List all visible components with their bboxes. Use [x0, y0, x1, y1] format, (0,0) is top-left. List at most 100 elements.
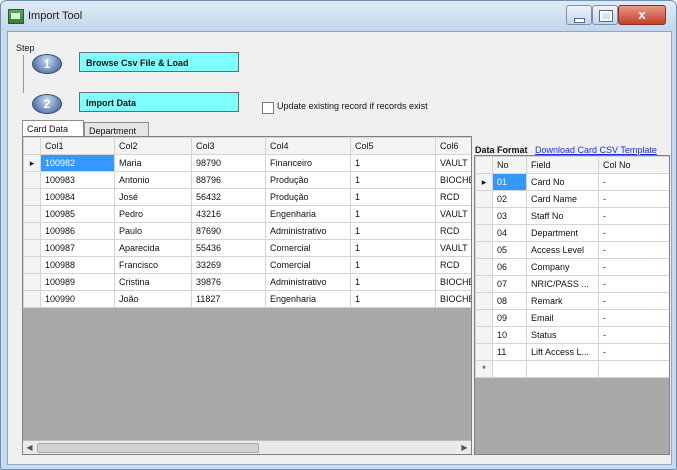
- table-cell[interactable]: 09: [492, 309, 527, 327]
- table-row[interactable]: 100988 Francisco 33269 Comercial 1 RCD: [23, 256, 471, 274]
- row-header[interactable]: [475, 326, 493, 344]
- table-cell[interactable]: -: [598, 241, 669, 259]
- row-header[interactable]: [475, 292, 493, 310]
- table-cell[interactable]: 11: [492, 343, 527, 361]
- table-cell[interactable]: 100990: [40, 290, 115, 308]
- table-row[interactable]: 100983 Antonio 88796 Produção 1 BIOCHEM: [23, 171, 471, 189]
- table-cell[interactable]: 1: [350, 222, 436, 240]
- table-cell[interactable]: Company: [526, 258, 599, 276]
- table-cell[interactable]: 11827: [191, 290, 266, 308]
- table-cell[interactable]: Card Name: [526, 190, 599, 208]
- table-cell[interactable]: 01: [492, 173, 527, 191]
- format-row[interactable]: 02 Card Name -: [475, 190, 669, 208]
- column-header[interactable]: Col4: [265, 137, 351, 155]
- table-row[interactable]: 100985 Pedro 43216 Engenharia 1 VAULT: [23, 205, 471, 223]
- table-cell[interactable]: [526, 360, 599, 378]
- format-row[interactable]: ▸ 01 Card No -: [475, 173, 669, 191]
- close-icon[interactable]: x: [618, 5, 666, 25]
- table-cell[interactable]: Aparecida: [114, 239, 192, 257]
- table-cell[interactable]: [492, 360, 527, 378]
- table-cell[interactable]: NRIC/PASS ...: [526, 275, 599, 293]
- column-header[interactable]: Field: [526, 156, 599, 174]
- table-cell[interactable]: BIOCHEM: [435, 273, 471, 291]
- table-cell[interactable]: Engenharia: [265, 205, 351, 223]
- format-row[interactable]: 06 Company -: [475, 258, 669, 276]
- table-cell[interactable]: 100987: [40, 239, 115, 257]
- row-header[interactable]: [475, 241, 493, 259]
- table-cell[interactable]: 1: [350, 188, 436, 206]
- table-cell[interactable]: -: [598, 224, 669, 242]
- table-cell[interactable]: BIOCHEM: [435, 171, 471, 189]
- format-row[interactable]: 07 NRIC/PASS ... -: [475, 275, 669, 293]
- table-cell[interactable]: José: [114, 188, 192, 206]
- row-header[interactable]: [475, 207, 493, 225]
- row-header[interactable]: [23, 171, 41, 189]
- format-row[interactable]: 03 Staff No -: [475, 207, 669, 225]
- row-header[interactable]: [23, 222, 41, 240]
- table-cell[interactable]: -: [598, 309, 669, 327]
- update-existing-checkbox-label[interactable]: Update existing record if records exist: [277, 101, 428, 111]
- table-cell[interactable]: VAULT: [435, 154, 471, 172]
- column-header[interactable]: Col5: [350, 137, 436, 155]
- table-cell[interactable]: -: [598, 173, 669, 191]
- maximize-icon[interactable]: [592, 5, 618, 25]
- table-cell[interactable]: 07: [492, 275, 527, 293]
- table-cell[interactable]: 03: [492, 207, 527, 225]
- table-cell[interactable]: RCD: [435, 188, 471, 206]
- table-cell[interactable]: Comercial: [265, 256, 351, 274]
- table-cell[interactable]: RCD: [435, 222, 471, 240]
- row-header[interactable]: [475, 258, 493, 276]
- checkbox-icon[interactable]: [262, 102, 274, 114]
- table-cell[interactable]: 1: [350, 154, 436, 172]
- table-cell[interactable]: Status: [526, 326, 599, 344]
- table-cell[interactable]: 04: [492, 224, 527, 242]
- table-cell[interactable]: 100983: [40, 171, 115, 189]
- minimize-icon[interactable]: [566, 5, 592, 25]
- table-cell[interactable]: 100989: [40, 273, 115, 291]
- column-header[interactable]: No: [492, 156, 527, 174]
- table-cell[interactable]: -: [598, 207, 669, 225]
- table-cell[interactable]: -: [598, 326, 669, 344]
- table-cell[interactable]: VAULT: [435, 205, 471, 223]
- row-header[interactable]: [23, 188, 41, 206]
- title-bar[interactable]: Import Tool x: [1, 1, 676, 31]
- table-cell[interactable]: Lift Access L...: [526, 343, 599, 361]
- column-header[interactable]: Col3: [191, 137, 266, 155]
- table-cell[interactable]: Administrativo: [265, 273, 351, 291]
- table-cell[interactable]: Department: [526, 224, 599, 242]
- table-cell[interactable]: 05: [492, 241, 527, 259]
- download-template-link[interactable]: Download Card CSV Template: [535, 145, 669, 155]
- column-header[interactable]: Col1: [40, 137, 115, 155]
- table-cell[interactable]: 02: [492, 190, 527, 208]
- table-cell[interactable]: 33269: [191, 256, 266, 274]
- table-cell[interactable]: 55436: [191, 239, 266, 257]
- table-cell[interactable]: -: [598, 190, 669, 208]
- table-cell[interactable]: Francisco: [114, 256, 192, 274]
- browse-csv-button[interactable]: Browse Csv File & Load: [79, 52, 239, 72]
- table-cell[interactable]: Pedro: [114, 205, 192, 223]
- table-cell[interactable]: Remark: [526, 292, 599, 310]
- column-header[interactable]: Col2: [114, 137, 192, 155]
- table-cell[interactable]: 08: [492, 292, 527, 310]
- table-cell[interactable]: 100985: [40, 205, 115, 223]
- table-cell[interactable]: -: [598, 275, 669, 293]
- table-cell[interactable]: 100982: [40, 154, 115, 172]
- table-cell[interactable]: 1: [350, 256, 436, 274]
- table-cell[interactable]: Email: [526, 309, 599, 327]
- scroll-right-icon[interactable]: ▶: [458, 441, 471, 454]
- table-cell[interactable]: 43216: [191, 205, 266, 223]
- table-cell[interactable]: Maria: [114, 154, 192, 172]
- table-cell[interactable]: 1: [350, 239, 436, 257]
- table-cell[interactable]: 1: [350, 205, 436, 223]
- table-cell[interactable]: Cristina: [114, 273, 192, 291]
- row-header[interactable]: [23, 239, 41, 257]
- table-row[interactable]: 100989 Cristina 39876 Administrativo 1 B…: [23, 273, 471, 291]
- table-cell[interactable]: Access Level: [526, 241, 599, 259]
- row-header[interactable]: [23, 273, 41, 291]
- table-row[interactable]: ▸ 100982 Maria 98790 Financeiro 1 VAULT: [23, 154, 471, 172]
- table-cell[interactable]: -: [598, 292, 669, 310]
- row-header[interactable]: [475, 309, 493, 327]
- import-data-button[interactable]: Import Data: [79, 92, 239, 112]
- table-cell[interactable]: 1: [350, 273, 436, 291]
- table-row[interactable]: 100990 João 11827 Engenharia 1 BIOCHEM: [23, 290, 471, 308]
